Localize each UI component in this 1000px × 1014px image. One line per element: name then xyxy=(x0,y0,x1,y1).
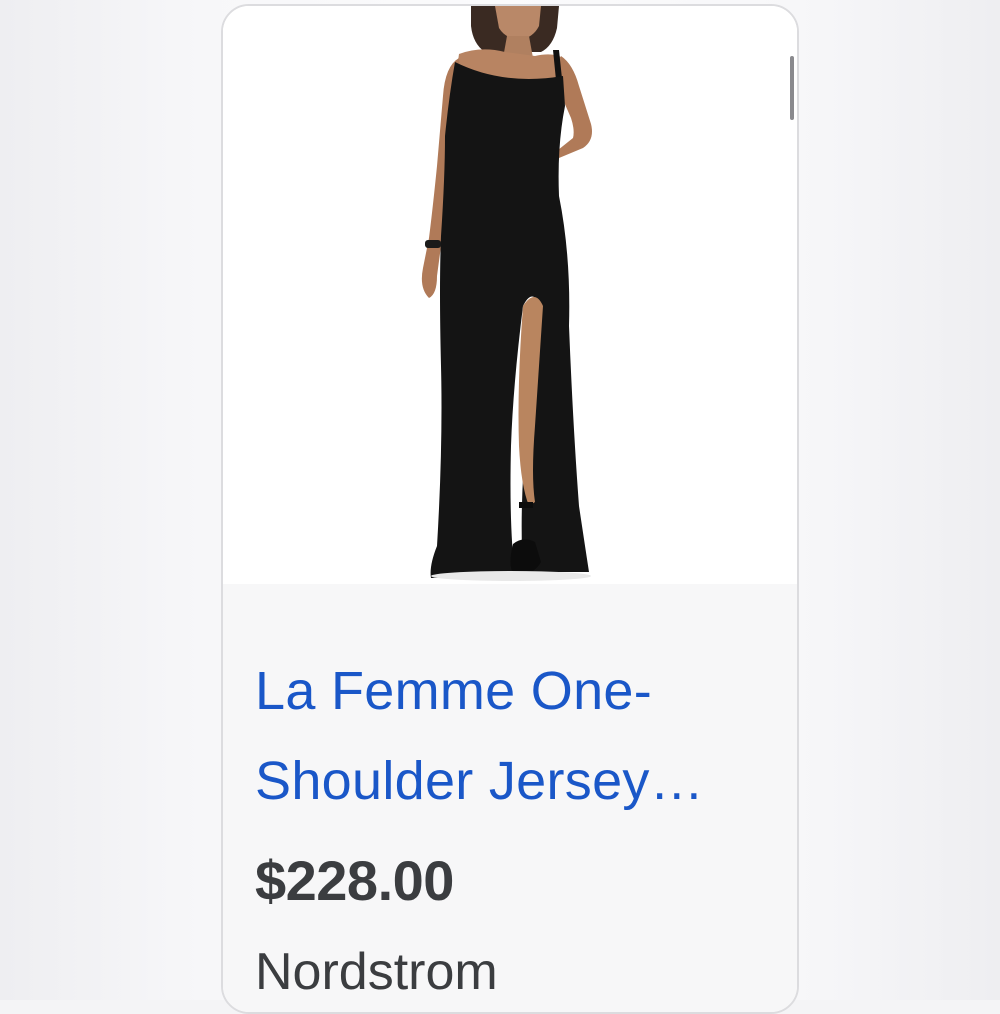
product-title-line-1: La Femme One- xyxy=(255,661,653,721)
product-info: La Femme One- Shoulder Jersey… $228.00 N… xyxy=(223,584,797,1012)
store-name: Nordstrom xyxy=(255,943,498,1001)
product-title-link[interactable]: La Femme One- Shoulder Jersey… xyxy=(255,646,775,826)
product-image[interactable] xyxy=(223,6,797,584)
product-title-line-2: Shoulder Jersey… xyxy=(255,751,705,811)
product-card[interactable]: La Femme One- Shoulder Jersey… $228.00 N… xyxy=(221,4,799,1014)
scrollbar[interactable] xyxy=(790,56,794,120)
product-price: $228.00 xyxy=(255,849,454,912)
